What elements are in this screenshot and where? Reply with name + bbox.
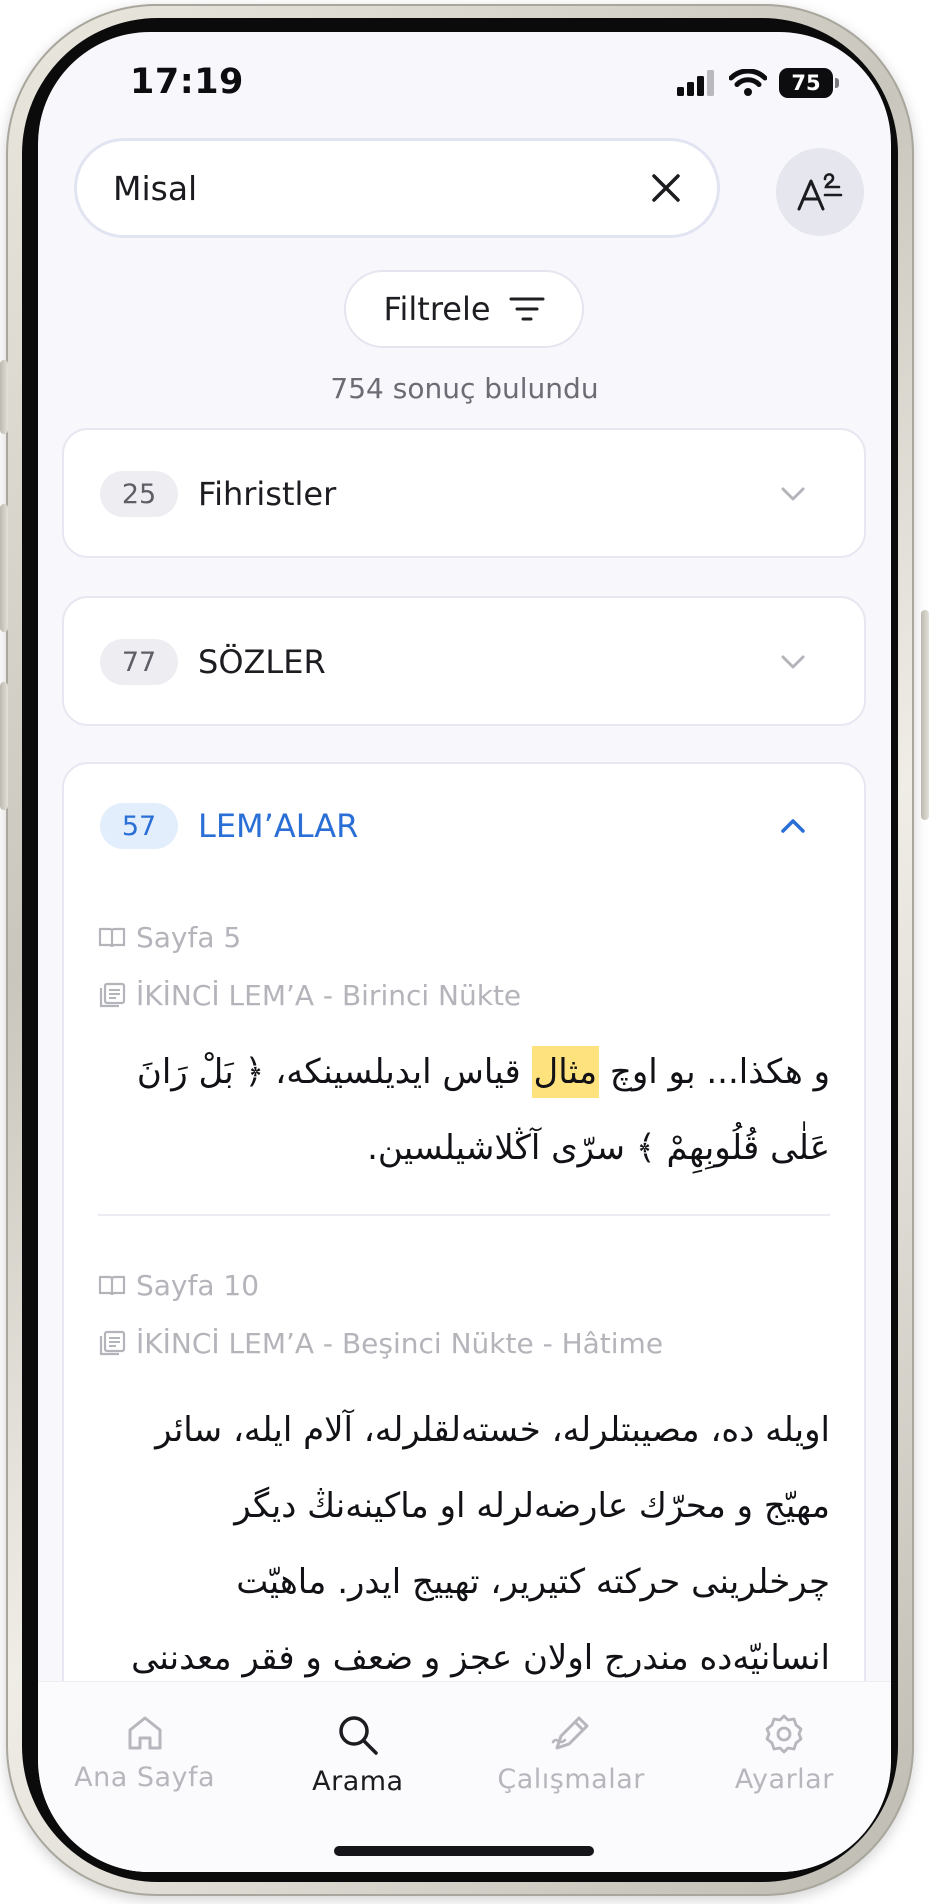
result-count: 754 sonuç bulundu (330, 372, 599, 405)
result-text: و هكذا... بو اوچ مثال قياس ايديلسينكه، ﴿… (98, 1024, 830, 1186)
category-count: 25 (100, 471, 178, 517)
translate-icon (797, 173, 843, 211)
volume-up-button (0, 504, 8, 632)
document-stack-icon (99, 982, 126, 1008)
filter-label: Filtrele (383, 290, 491, 328)
chevron-down-icon (781, 487, 805, 501)
search-highlight: مثال (531, 1046, 600, 1098)
status-icons: 75 (677, 68, 839, 98)
tab-bar: Ana Sayfa Arama Çalışmalar Ayarlar (38, 1681, 891, 1872)
status-time: 17:19 (130, 62, 244, 102)
gear-icon (765, 1714, 803, 1754)
result-page-label: Sayfa 10 (136, 1268, 260, 1302)
home-icon (128, 1716, 162, 1750)
category-card-sozler[interactable]: 77 SÖZLER (62, 596, 866, 726)
result-page: Sayfa 5 (98, 908, 830, 966)
tab-search[interactable]: Arama (258, 1682, 458, 1872)
battery-indicator: 75 (779, 68, 839, 98)
result-page: Sayfa 10 (98, 1256, 830, 1314)
app-screen: 17:19 75 Filtrele (38, 32, 891, 1872)
result-section-label: İKİNCİ LEM’A - Birinci Nükte (136, 978, 522, 1012)
search-input[interactable] (111, 167, 595, 209)
chevron-up-icon (781, 819, 805, 833)
category-count: 57 (100, 803, 178, 849)
tab-label: Arama (312, 1766, 404, 1797)
result-section: İKİNCİ LEM’A - Beşinci Nükte - Hâtime (98, 1314, 830, 1372)
search-result-item[interactable]: Sayfa 5 İKİNCİ LEM’A - Birinci Nükte و ه… (64, 888, 864, 1186)
category-title: SÖZLER (198, 643, 326, 681)
language-toggle-button[interactable] (776, 148, 864, 236)
category-title: Fihristler (198, 475, 337, 513)
filter-icon (509, 297, 545, 321)
category-header[interactable]: 25 Fihristler (64, 430, 864, 558)
category-card-fihristler[interactable]: 25 Fihristler (62, 428, 866, 558)
tab-home[interactable]: Ana Sayfa (45, 1682, 245, 1872)
category-header[interactable]: 57 LEM’ALAR (64, 764, 864, 888)
category-header[interactable]: 77 SÖZLER (64, 598, 864, 726)
tab-studies[interactable]: Çalışmalar (471, 1682, 671, 1872)
search-icon (339, 1716, 378, 1755)
chevron-down-icon (781, 655, 805, 669)
document-stack-icon (99, 1330, 126, 1356)
volume-down-button (0, 682, 8, 810)
home-indicator (334, 1846, 594, 1856)
result-text: اويله ده، مصيبتلرله، خستەلقلرله، آلام اي… (131, 1410, 830, 1678)
category-title: LEM’ALAR (198, 807, 359, 845)
action-button (0, 360, 8, 434)
category-count: 77 (100, 639, 178, 685)
tab-label: Ana Sayfa (74, 1762, 216, 1793)
result-section-label: İKİNCİ LEM’A - Beşinci Nükte - Hâtime (136, 1326, 664, 1360)
power-button (921, 610, 929, 820)
result-section: İKİNCİ LEM’A - Birinci Nükte (98, 966, 830, 1024)
search-box[interactable] (74, 138, 720, 238)
book-icon (98, 927, 126, 948)
result-page-label: Sayfa 5 (136, 920, 242, 954)
clear-search-icon[interactable] (645, 167, 687, 209)
tab-label: Ayarlar (734, 1764, 834, 1795)
cellular-signal-icon (677, 70, 714, 96)
tab-settings[interactable]: Ayarlar (684, 1682, 884, 1872)
filter-button[interactable]: Filtrele (344, 270, 584, 348)
tab-label: Çalışmalar (497, 1764, 645, 1795)
wifi-icon (729, 69, 767, 96)
result-text-before: و هكذا... بو اوچ (599, 1052, 830, 1092)
search-result-item[interactable]: Sayfa 10 İKİNCİ LEM’A - Beşinci Nükte - … (64, 1216, 864, 1696)
book-icon (98, 1275, 126, 1296)
pen-icon (551, 1716, 589, 1750)
